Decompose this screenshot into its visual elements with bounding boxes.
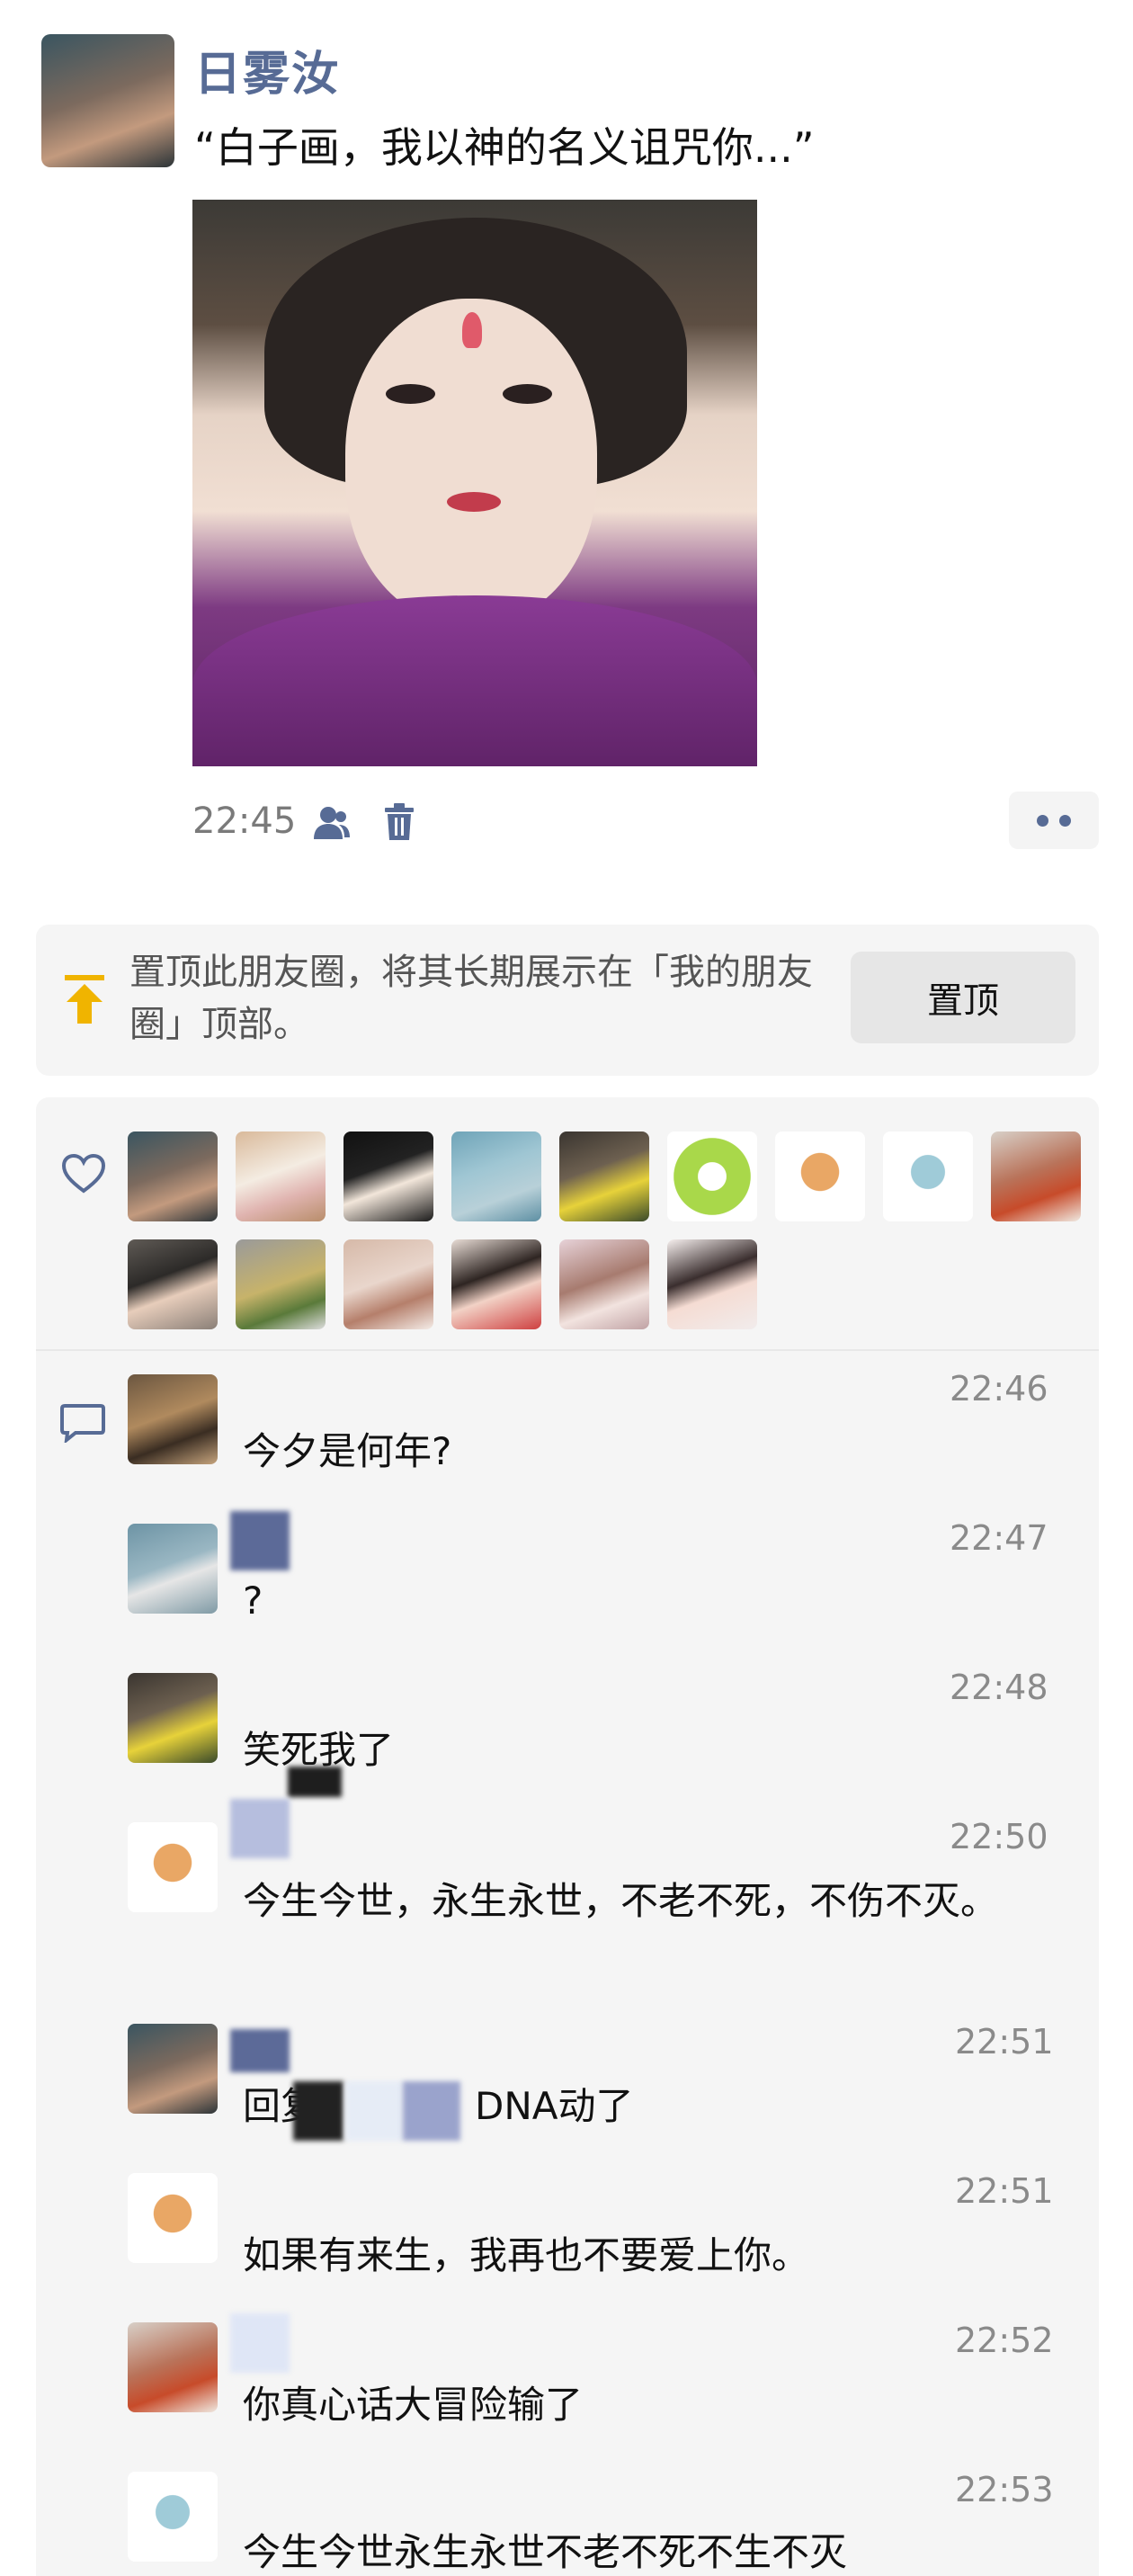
like-avatar[interactable] [236, 1239, 326, 1329]
divider [36, 1349, 1099, 1351]
like-avatar[interactable] [667, 1131, 757, 1221]
commenter-avatar[interactable] [128, 1673, 218, 1763]
like-avatar[interactable] [559, 1131, 649, 1221]
redacted-name [345, 2081, 403, 2141]
redacted-name [288, 1767, 342, 1797]
like-avatar[interactable] [451, 1239, 541, 1329]
comment-time: 22:53 [955, 2470, 1054, 2509]
pin-button[interactable]: 置顶 [851, 952, 1075, 1043]
more-button[interactable] [1009, 792, 1099, 849]
comment-text[interactable]: 今生今世永生永世不老不死不生不灭 [243, 2524, 1016, 2576]
pin-card: 置顶此朋友圈，将其长期展示在「我的朋友圈」顶部。 置顶 [36, 925, 1099, 1076]
like-avatar[interactable] [451, 1131, 541, 1221]
comment-time: 22:48 [950, 1668, 1048, 1707]
heart-icon [61, 1153, 106, 1194]
commenter-avatar[interactable] [128, 1374, 218, 1464]
redacted-name [230, 1511, 290, 1570]
comment-time: 22:51 [955, 2022, 1054, 2062]
comment-time: 22:47 [950, 1518, 1048, 1558]
author-avatar[interactable] [41, 34, 174, 167]
comment-text[interactable]: 今生今世，永生永世，不老不死，不伤不灭。 [243, 1873, 1016, 1930]
comment-text[interactable]: 笑死我了 [243, 1722, 1016, 1779]
like-avatar[interactable] [343, 1239, 433, 1329]
image-robe [192, 595, 757, 766]
comment-icon [60, 1404, 105, 1443]
comment-reply-suffix[interactable]: DNA动了 [475, 2078, 834, 2135]
comment-time: 22:51 [955, 2171, 1054, 2211]
comment-text[interactable]: 今夕是何年? [243, 1423, 1016, 1480]
trash-icon[interactable] [381, 802, 417, 842]
redacted-name [293, 2081, 343, 2141]
comment-time: 22:46 [950, 1369, 1048, 1409]
redacted-name [230, 2029, 290, 2072]
commenter-avatar[interactable] [128, 1822, 218, 1912]
redacted-name [403, 2081, 460, 2141]
comment-text[interactable]: 如果有来生，我再也不要爱上你。 [243, 2227, 1016, 2285]
image-eye [503, 384, 552, 404]
post-image[interactable] [192, 200, 757, 766]
like-avatar[interactable] [991, 1131, 1081, 1221]
like-avatar[interactable] [128, 1131, 218, 1221]
commenter-avatar[interactable] [128, 2173, 218, 2263]
image-lips [447, 492, 501, 512]
redacted-name [230, 2313, 290, 2373]
commenter-avatar[interactable] [128, 2472, 218, 2562]
like-avatar[interactable] [128, 1239, 218, 1329]
pin-description: 置顶此朋友圈，将其长期展示在「我的朋友圈」顶部。 [129, 952, 813, 1045]
author-name[interactable]: 日雾汝 [194, 36, 340, 103]
like-avatar[interactable] [883, 1131, 973, 1221]
post-text: “白子画，我以神的名义诅咒你...” [194, 123, 815, 172]
like-avatar[interactable] [343, 1131, 433, 1221]
image-eye [386, 384, 435, 404]
like-avatar[interactable] [236, 1131, 326, 1221]
redacted-name [230, 1799, 290, 1858]
pin-top-icon [65, 975, 104, 1024]
commenter-avatar[interactable] [128, 2024, 218, 2114]
comment-time: 22:50 [950, 1817, 1048, 1856]
like-avatar[interactable] [775, 1131, 865, 1221]
more-dots-icon [1059, 814, 1071, 827]
comment-text[interactable]: ? [243, 1572, 1016, 1630]
post-time: 22:45 [192, 801, 297, 842]
like-avatar[interactable] [559, 1239, 649, 1329]
comment-time: 22:52 [955, 2321, 1054, 2360]
image-forehead-mark [462, 312, 482, 348]
commenter-avatar[interactable] [128, 1524, 218, 1614]
person-icon[interactable] [312, 805, 352, 841]
comment-text[interactable]: 你真心话大冒险输了 [243, 2376, 1016, 2434]
commenter-avatar[interactable] [128, 2322, 218, 2412]
more-dots-icon [1037, 814, 1048, 827]
like-avatar[interactable] [667, 1239, 757, 1329]
